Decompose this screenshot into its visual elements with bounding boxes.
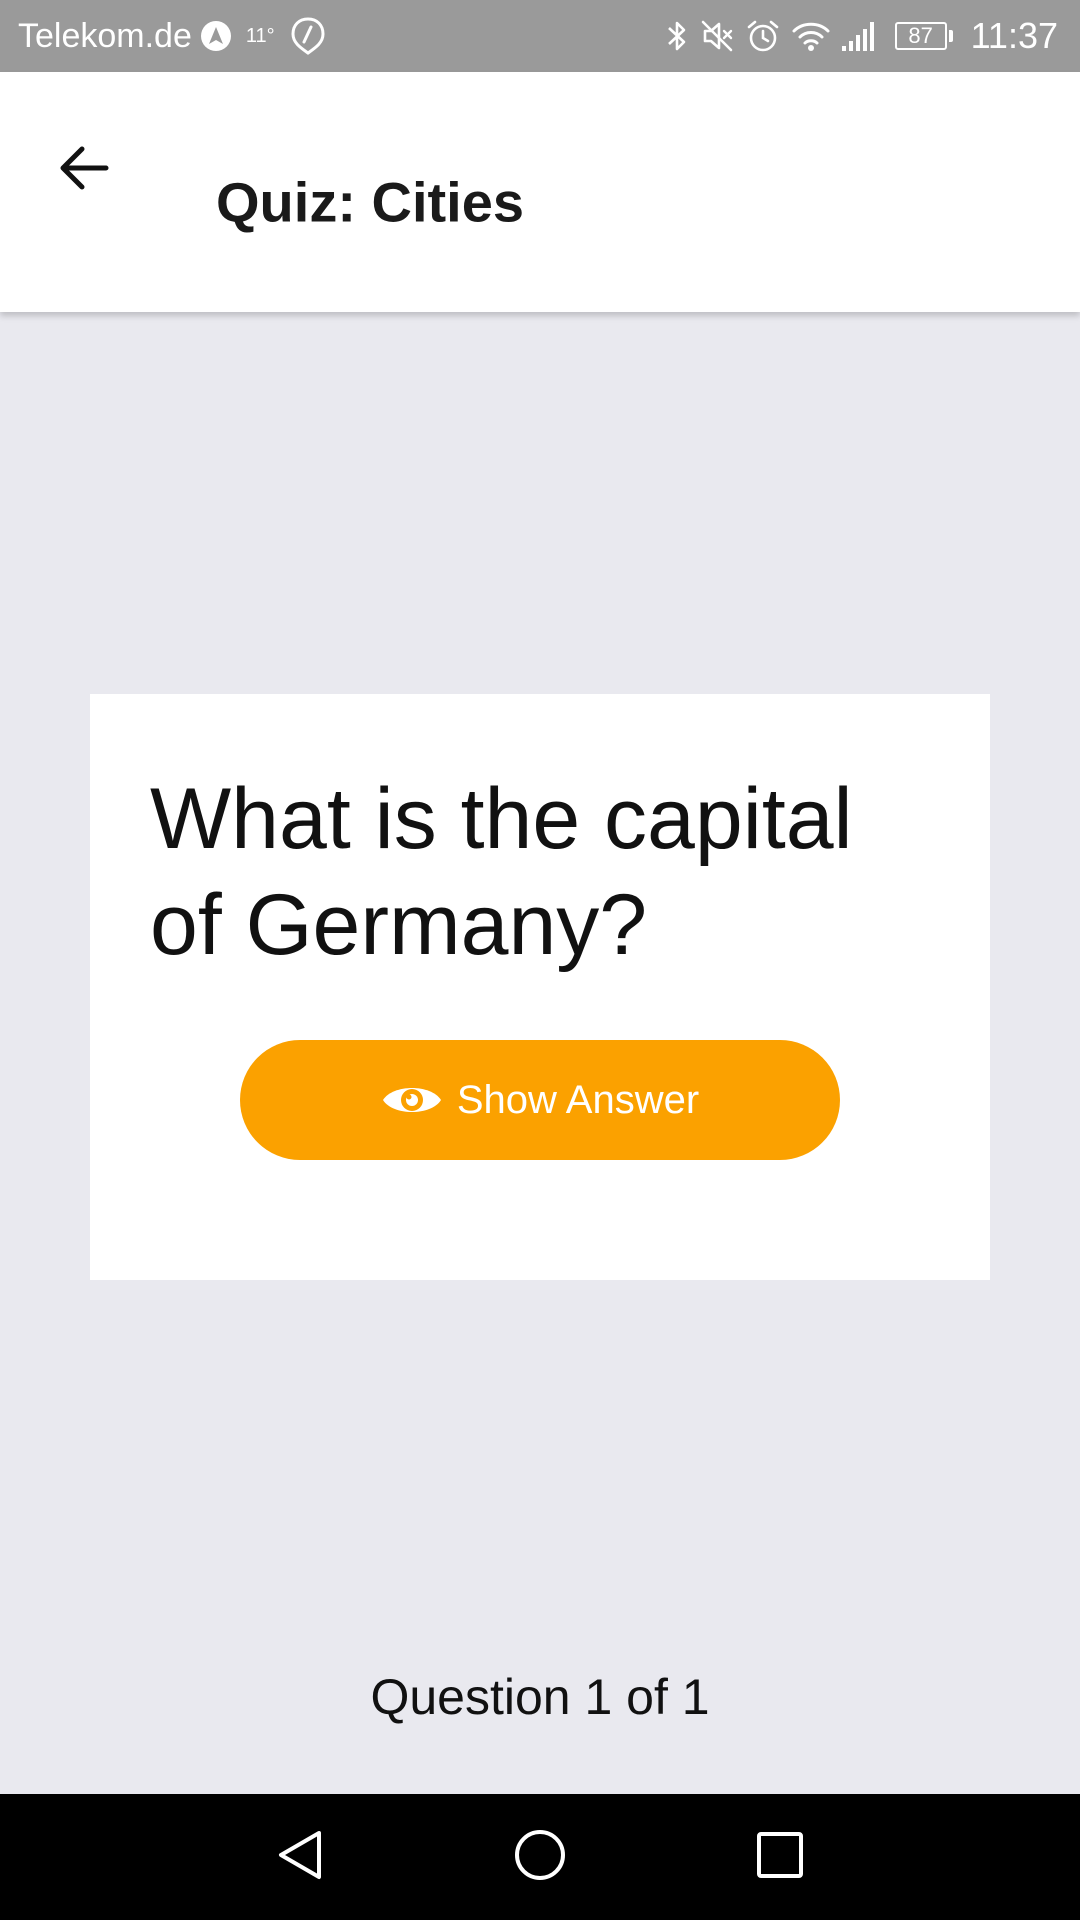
navigation-arrow-icon: [200, 20, 232, 52]
show-answer-button[interactable]: Show Answer: [240, 1040, 840, 1160]
bluetooth-icon: [665, 18, 689, 54]
arrow-left-icon: [56, 140, 112, 201]
compass-icon: [291, 17, 325, 55]
clock: 11:37: [970, 15, 1058, 56]
question-text: What is the capital of Germany?: [150, 771, 853, 973]
recents-square-icon: [755, 1830, 805, 1885]
temperature: 11°: [245, 24, 275, 47]
navigation-bar: [0, 1794, 1080, 1920]
status-left: Telekom.de 11°: [18, 17, 325, 56]
page-title: Quiz: Cities: [216, 170, 525, 234]
alarm-icon: [745, 18, 781, 54]
status-right: 87 11:37: [665, 15, 1058, 57]
eye-icon: [381, 1080, 443, 1120]
wifi-icon: [791, 19, 831, 53]
nav-home-button[interactable]: [480, 1794, 600, 1920]
battery-icon: 87: [894, 22, 953, 50]
app-bar: Quiz: Cities: [0, 72, 1080, 312]
signal-icon: [841, 20, 879, 52]
battery-tip: [948, 30, 953, 42]
quiz-card: What is the capital of Germany? Show Ans…: [90, 694, 990, 1280]
status-bar: Telekom.de 11° 87 11:37: [0, 0, 1080, 72]
back-button[interactable]: [44, 130, 124, 210]
nav-back-button[interactable]: [240, 1794, 360, 1920]
nav-recents-button[interactable]: [720, 1794, 840, 1920]
battery-level: 87: [894, 22, 947, 50]
back-triangle-icon: [275, 1827, 325, 1888]
question-progress: Question 1 of 1: [370, 1669, 710, 1725]
carrier-name: Telekom.de: [18, 16, 192, 55]
show-answer-label: Show Answer: [456, 1077, 700, 1122]
mute-icon: [699, 18, 735, 54]
home-circle-icon: [512, 1827, 568, 1888]
